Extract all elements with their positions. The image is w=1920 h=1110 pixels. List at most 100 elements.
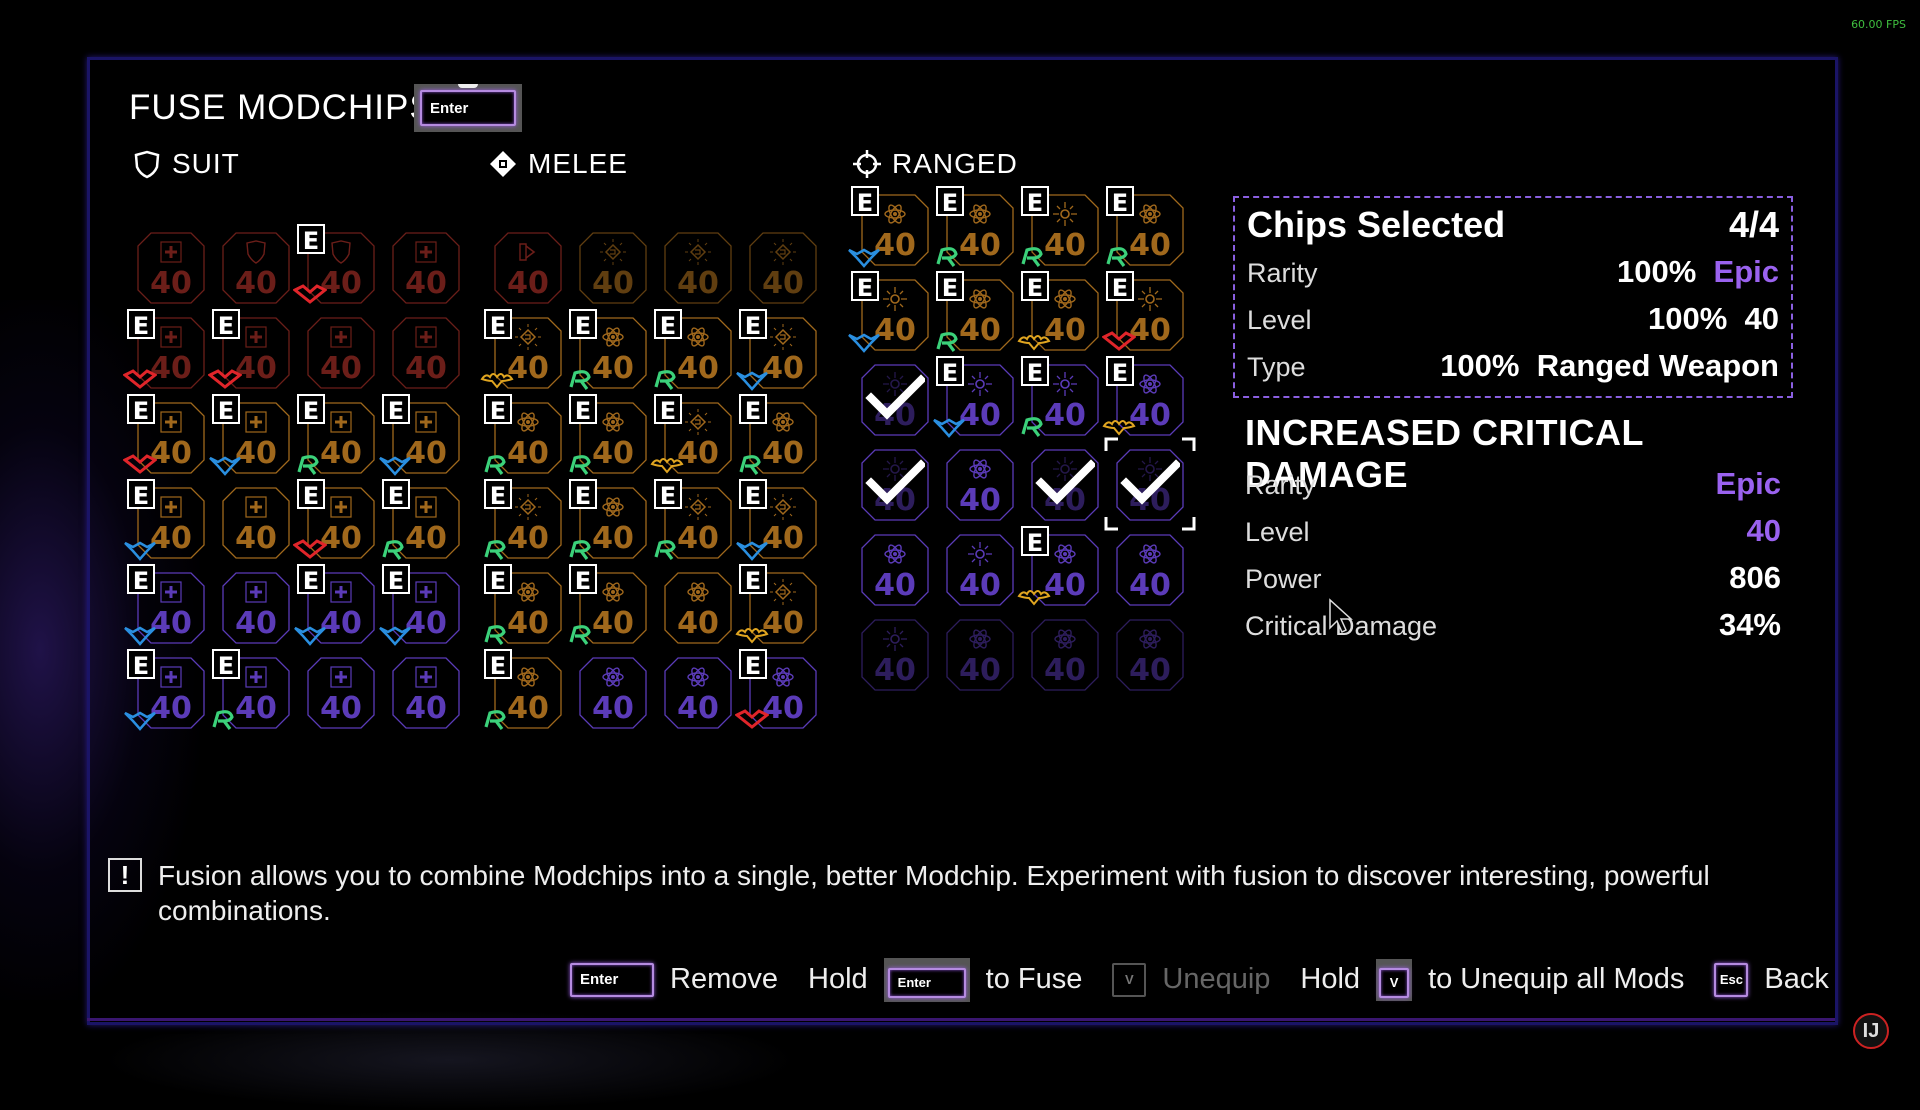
suit-chip[interactable]: 40 (301, 653, 381, 733)
melee-chip[interactable]: 40 E (736, 309, 823, 393)
yellow-bat-icon (1017, 590, 1051, 606)
ranged-chip[interactable]: 40 E (1017, 271, 1105, 355)
ranged-chip[interactable]: 40 E (1017, 526, 1105, 610)
section-melee[interactable]: MELEE (488, 148, 628, 180)
equipped-badge: E (297, 564, 325, 595)
ranged-chip[interactable]: 40 (1104, 437, 1196, 531)
ranged-chip[interactable]: 40 E (933, 356, 1020, 440)
melee-chip[interactable]: 40 (488, 228, 568, 308)
suit-chip[interactable]: 40 E (293, 224, 381, 308)
suit-chip[interactable]: 40 (386, 228, 466, 308)
melee-chip[interactable]: 40 E (484, 649, 568, 733)
ranged-chip[interactable]: 40 (1025, 615, 1105, 695)
ranged-chip[interactable]: 40 E (1106, 186, 1190, 270)
red-heart-icon (293, 284, 327, 304)
remove-label[interactable]: Remove (670, 963, 778, 996)
ranged-chip[interactable]: 40 (855, 615, 935, 695)
ranged-chip[interactable]: 40 (940, 445, 1020, 525)
ranged-chip[interactable]: 40 (940, 530, 1020, 610)
remove-key[interactable]: Enter (570, 962, 654, 997)
back-key[interactable]: Esc (1714, 962, 1749, 997)
suit-chip[interactable]: 40 E (297, 394, 381, 478)
suit-chip[interactable]: 40 E (124, 649, 211, 733)
suit-chip[interactable]: 40 E (123, 309, 211, 393)
melee-chip[interactable]: 40 E (484, 394, 568, 478)
equipped-badge: E (127, 649, 155, 680)
ranged-chip[interactable]: 40 E (1102, 271, 1190, 355)
suit-chip[interactable]: 40 (301, 313, 381, 393)
ranged-chip[interactable]: 40 (1110, 530, 1190, 610)
melee-chip[interactable]: 40 (658, 228, 738, 308)
ranged-chip[interactable]: 40 E (1021, 356, 1105, 440)
ranged-chip[interactable]: 40 E (1102, 356, 1190, 440)
melee-chip[interactable]: 40 E (654, 479, 738, 563)
ranged-chip[interactable]: 40 E (848, 271, 935, 355)
suit-chip[interactable]: 40 (216, 483, 296, 563)
suit-chip[interactable]: 40 E (124, 479, 211, 563)
ranged-chip[interactable]: 40 (1110, 615, 1190, 695)
suit-chip[interactable]: 40 E (379, 394, 466, 478)
ranged-chip[interactable]: 40 (855, 360, 935, 440)
melee-chip[interactable]: 40 (658, 568, 738, 648)
suit-chip[interactable]: 40 E (382, 479, 466, 563)
ranged-chip[interactable]: 40 E (936, 271, 1020, 355)
ranged-chip[interactable]: 40 (940, 615, 1020, 695)
suit-chip[interactable]: 40 E (124, 564, 211, 648)
ranged-chip[interactable]: 40 (1025, 445, 1105, 525)
summary-level-label: Level (1247, 305, 1312, 335)
plus-icon (160, 326, 182, 348)
suit-chip[interactable]: 40 E (379, 564, 466, 648)
fuse-label[interactable]: to Fuse (986, 963, 1083, 996)
suit-chip[interactable]: 40 (216, 568, 296, 648)
melee-chip[interactable]: 40 E (739, 394, 823, 478)
ranged-chip[interactable]: 40 (855, 445, 935, 525)
unequip-key[interactable]: V (1112, 962, 1147, 997)
melee-chip[interactable]: 40 E (735, 649, 823, 733)
melee-diamond-icon (490, 151, 516, 177)
unequip-label[interactable]: Unequip (1162, 963, 1270, 996)
fuse-confirm-key[interactable]: Enter (414, 84, 522, 132)
melee-chip[interactable]: 40 E (484, 479, 568, 563)
ranged-chip[interactable]: 40 E (936, 186, 1020, 270)
suit-chip[interactable]: 40 (386, 653, 466, 733)
ranged-chip[interactable]: 40 (855, 530, 935, 610)
melee-chip[interactable]: 40 E (569, 564, 653, 648)
section-melee-label: MELEE (528, 148, 628, 179)
melee-chip[interactable]: 40 (573, 228, 653, 308)
melee-chip[interactable]: 40 (658, 653, 738, 733)
section-suit[interactable]: SUIT (132, 148, 240, 180)
melee-chip[interactable]: 40 E (569, 479, 653, 563)
fuse-key-wrap[interactable]: Enter (883, 958, 970, 1002)
watermark-logo-icon: IJ (1853, 1013, 1889, 1049)
melee-chip[interactable]: 40 E (650, 394, 738, 478)
suit-chip[interactable]: 40 E (294, 564, 381, 648)
unequip-all-key-wrap[interactable]: V (1376, 959, 1413, 1001)
green-r-icon (936, 247, 958, 267)
melee-chip[interactable]: 40 (743, 228, 823, 308)
ranged-chip[interactable]: 40 E (848, 186, 935, 270)
suit-chip[interactable]: 40 E (293, 479, 381, 563)
fist-burst-icon (685, 409, 711, 435)
suit-chip[interactable]: 40 (216, 228, 296, 308)
section-ranged[interactable]: RANGED (852, 148, 1018, 180)
melee-chip[interactable]: 40 E (736, 479, 823, 563)
melee-chip[interactable]: 40 E (735, 564, 823, 648)
back-label[interactable]: Back (1764, 963, 1828, 996)
melee-chip[interactable]: 40 (573, 653, 653, 733)
chip-level: 40 (405, 351, 447, 386)
melee-chip[interactable]: 40 E (484, 564, 568, 648)
melee-chip[interactable]: 40 E (569, 394, 653, 478)
suit-chip[interactable]: 40 (131, 228, 211, 308)
detail-row-level: Level 40 (1245, 513, 1781, 549)
blue-wing-icon (209, 456, 241, 476)
ranged-chip[interactable]: 40 E (1021, 186, 1105, 270)
melee-chip[interactable]: 40 E (480, 309, 568, 393)
melee-chip[interactable]: 40 E (569, 309, 653, 393)
suit-chip[interactable]: 40 E (209, 394, 296, 478)
suit-chip[interactable]: 40 (386, 313, 466, 393)
suit-chip[interactable]: 40 E (212, 649, 296, 733)
suit-chip[interactable]: 40 E (208, 309, 296, 393)
suit-chip[interactable]: 40 E (123, 394, 211, 478)
melee-chip[interactable]: 40 E (654, 309, 738, 393)
unequip-all-label[interactable]: to Unequip all Mods (1428, 963, 1684, 996)
